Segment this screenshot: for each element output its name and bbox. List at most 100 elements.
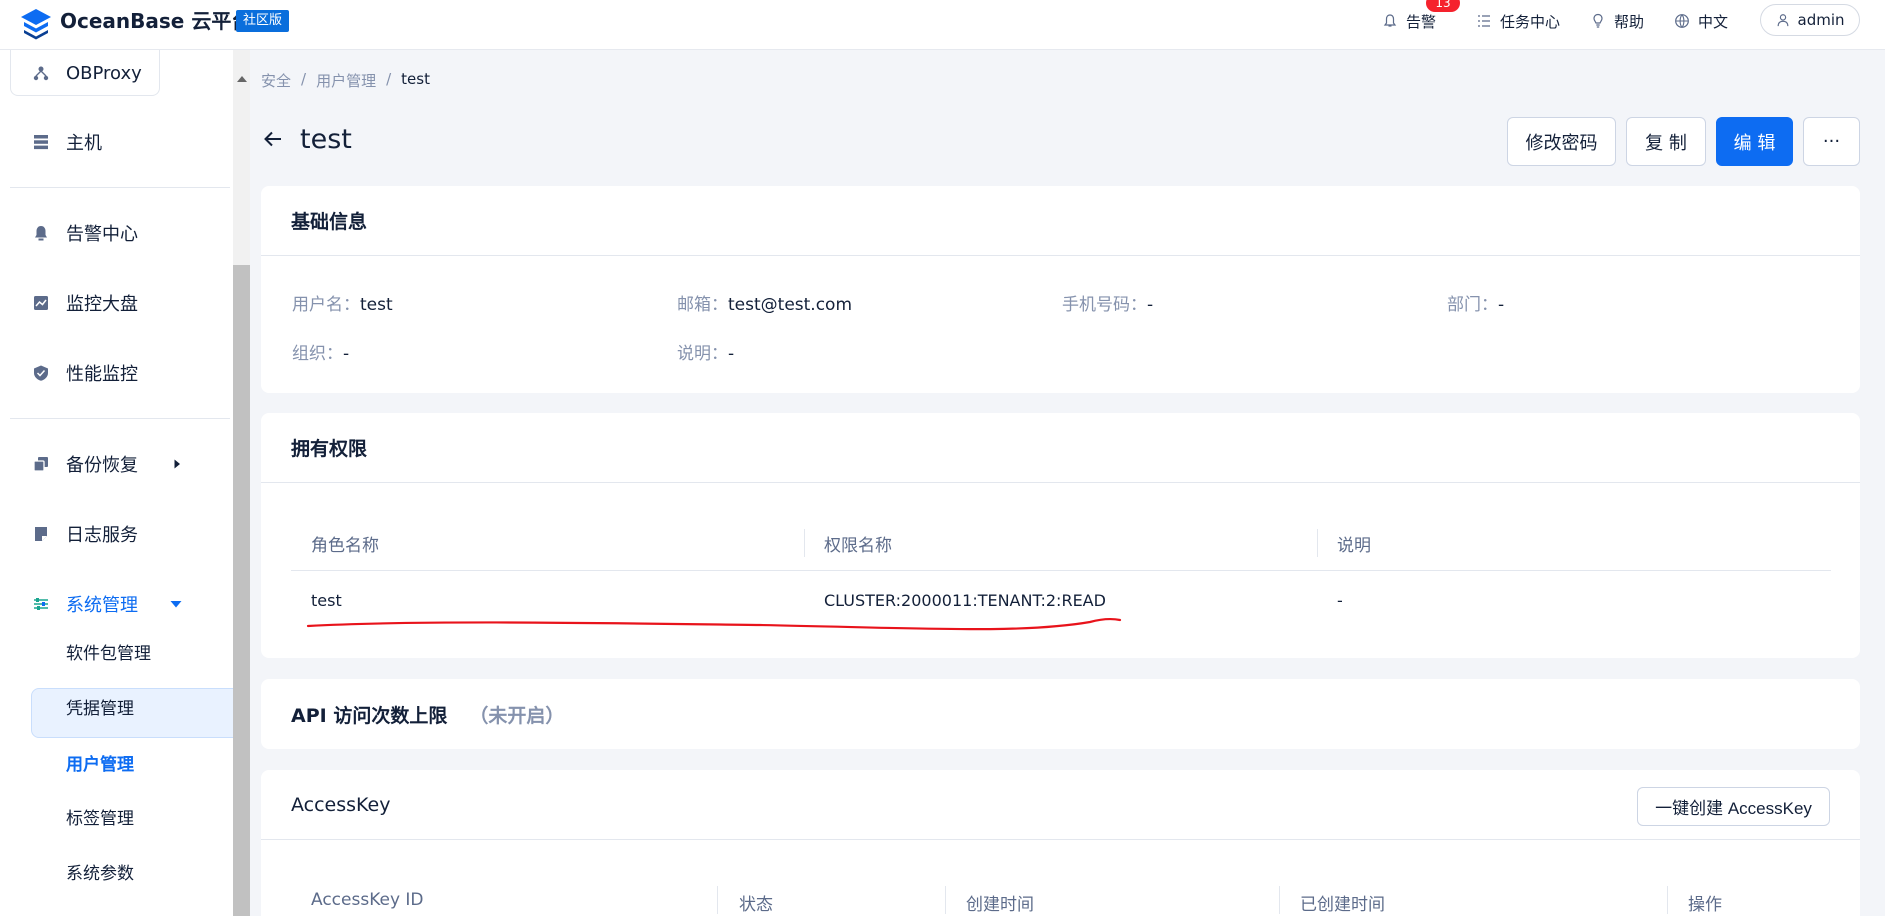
page-title: test bbox=[300, 124, 352, 155]
api-limit-header: API 访问次数上限 （未开启） bbox=[261, 679, 1860, 749]
proxy-icon bbox=[33, 66, 49, 81]
sidebar-subitem-system-parameters[interactable]: 系统参数 bbox=[66, 860, 134, 888]
permissions-card: 拥有权限 bbox=[261, 413, 1860, 658]
column-separator bbox=[717, 886, 718, 914]
basic-info-card: 基础信息 bbox=[261, 186, 1860, 393]
username-label: 用户名： bbox=[292, 295, 360, 315]
sidebar bbox=[0, 50, 233, 916]
column-separator bbox=[1279, 886, 1280, 914]
cell-description: - bbox=[1337, 591, 1343, 610]
change-password-button[interactable]: 修改密码 bbox=[1507, 117, 1616, 166]
edit-button[interactable]: 编 辑 bbox=[1716, 117, 1793, 166]
sidebar-item-log-service[interactable]: 日志服务 bbox=[32, 519, 138, 549]
sidebar-item-label: 主机 bbox=[66, 133, 102, 154]
settings-sliders-icon bbox=[34, 598, 48, 610]
sidebar-item-obproxy[interactable]: OBProxy bbox=[32, 58, 142, 88]
bell-icon bbox=[1383, 14, 1397, 27]
department-label: 部门： bbox=[1447, 295, 1498, 315]
sidebar-item-label: 备份恢复 bbox=[66, 455, 138, 476]
breadcrumb-separator: / bbox=[386, 70, 392, 88]
api-limit-title: API 访问次数上限 bbox=[291, 704, 448, 727]
column-header-status: 状态 bbox=[739, 895, 773, 915]
brand-name[interactable]: OceanBase 云平台 bbox=[60, 8, 251, 34]
breadcrumb-user-management[interactable]: 用户管理 bbox=[316, 70, 376, 91]
bell-icon bbox=[35, 226, 47, 241]
sidebar-subitem-user-management[interactable]: 用户管理 bbox=[66, 751, 134, 779]
user-name: admin bbox=[1797, 11, 1845, 29]
department-value: - bbox=[1498, 295, 1505, 315]
basic-info-title-text: 基础信息 bbox=[291, 211, 368, 233]
user-icon bbox=[1777, 14, 1788, 27]
breadcrumb: 安全 / 用户管理 / test bbox=[261, 70, 430, 91]
sidebar-item-monitor-dashboard[interactable]: 监控大盘 bbox=[32, 288, 138, 318]
organization-value: - bbox=[343, 344, 350, 364]
back-arrow-icon[interactable] bbox=[262, 128, 284, 150]
column-header-role: 角色名称 bbox=[311, 536, 379, 556]
accesskey-card: AccessKey bbox=[261, 770, 1860, 916]
username-field: 用户名：test bbox=[292, 290, 393, 315]
sidebar-item-backup-restore[interactable]: 备份恢复 bbox=[32, 449, 182, 479]
sidebar-subitem-package-management[interactable]: 软件包管理 bbox=[66, 640, 151, 668]
help-menu[interactable]: 帮助 bbox=[1590, 0, 1644, 42]
description-field: 说明：- bbox=[677, 339, 734, 364]
email-value: test@test.com bbox=[728, 295, 853, 315]
more-actions-button[interactable]: ··· bbox=[1803, 117, 1860, 166]
scroll-up-arrow-icon[interactable] bbox=[237, 76, 247, 82]
caret-down-icon bbox=[170, 601, 182, 608]
column-separator bbox=[1667, 886, 1668, 914]
sidebar-scrollbar[interactable] bbox=[233, 50, 250, 916]
api-limit-status: （未开启） bbox=[469, 704, 565, 727]
language-label: 中文 bbox=[1698, 12, 1729, 31]
column-header-description: 说明 bbox=[1337, 536, 1371, 556]
email-field: 邮箱：test@test.com bbox=[677, 290, 852, 315]
organization-field: 组织：- bbox=[292, 339, 349, 364]
sidebar-subitem-credential-management[interactable]: 凭据管理 bbox=[66, 695, 134, 723]
phone-value: - bbox=[1147, 295, 1154, 315]
user-menu[interactable]: admin bbox=[1760, 4, 1860, 36]
column-separator bbox=[945, 886, 946, 914]
column-header-accesskey-id: AccessKey ID bbox=[311, 890, 424, 910]
column-header-created-time: 创建时间 bbox=[966, 895, 1034, 915]
cell-permission: CLUSTER:2000011:TENANT:2:READ bbox=[824, 591, 1106, 610]
accesskey-header: AccessKey bbox=[261, 770, 1860, 840]
list-icon bbox=[1478, 15, 1490, 27]
phone-label: 手机号码： bbox=[1062, 295, 1147, 315]
log-icon bbox=[35, 527, 47, 541]
alert-label: 告警 bbox=[1406, 12, 1437, 31]
backup-icon bbox=[33, 457, 48, 472]
api-limit-card: API 访问次数上限 （未开启） bbox=[261, 679, 1860, 749]
oceanbase-logo-icon[interactable] bbox=[18, 6, 54, 42]
department-field: 部门：- bbox=[1447, 290, 1504, 315]
copy-button[interactable]: 复 制 bbox=[1626, 117, 1706, 166]
breadcrumb-security[interactable]: 安全 bbox=[261, 70, 291, 91]
top-bar: OceanBase 云平台 社区版 告警 13 任务中心 帮助 中文 admin bbox=[0, 0, 1885, 50]
language-menu[interactable]: 中文 bbox=[1674, 0, 1728, 42]
task-center-menu[interactable]: 任务中心 bbox=[1476, 0, 1560, 42]
sidebar-subitem-tag-management[interactable]: 标签管理 bbox=[66, 805, 134, 833]
sidebar-item-label: 告警中心 bbox=[66, 224, 138, 245]
permissions-title-text: 拥有权限 bbox=[291, 438, 368, 460]
sidebar-item-performance-monitor[interactable]: 性能监控 bbox=[32, 358, 138, 388]
sidebar-divider bbox=[10, 187, 230, 188]
column-header-permission: 权限名称 bbox=[824, 536, 892, 556]
cell-role: test bbox=[311, 591, 342, 610]
email-label: 邮箱： bbox=[677, 295, 728, 315]
sidebar-item-system-management[interactable]: 系统管理 bbox=[32, 589, 182, 619]
chart-icon bbox=[34, 296, 48, 310]
sidebar-item-alert-center[interactable]: 告警中心 bbox=[32, 218, 138, 248]
globe-icon bbox=[1675, 14, 1689, 28]
edition-badge: 社区版 bbox=[236, 10, 290, 32]
sidebar-item-label: 性能监控 bbox=[66, 364, 138, 385]
basic-info-title: 基础信息 bbox=[261, 186, 1860, 256]
scrollbar-thumb[interactable] bbox=[233, 265, 250, 916]
sidebar-item-host[interactable]: 主机 bbox=[32, 127, 102, 157]
permissions-title: 拥有权限 bbox=[261, 413, 1860, 483]
description-value: - bbox=[728, 344, 735, 364]
alert-count-badge: 13 bbox=[1426, 0, 1460, 12]
column-separator bbox=[1317, 529, 1318, 557]
breadcrumb-separator: / bbox=[301, 70, 307, 88]
host-icon bbox=[34, 135, 48, 150]
create-accesskey-button[interactable]: 一键创建 AccessKey bbox=[1637, 787, 1830, 826]
username-value: test bbox=[360, 295, 393, 315]
column-separator bbox=[804, 529, 805, 557]
